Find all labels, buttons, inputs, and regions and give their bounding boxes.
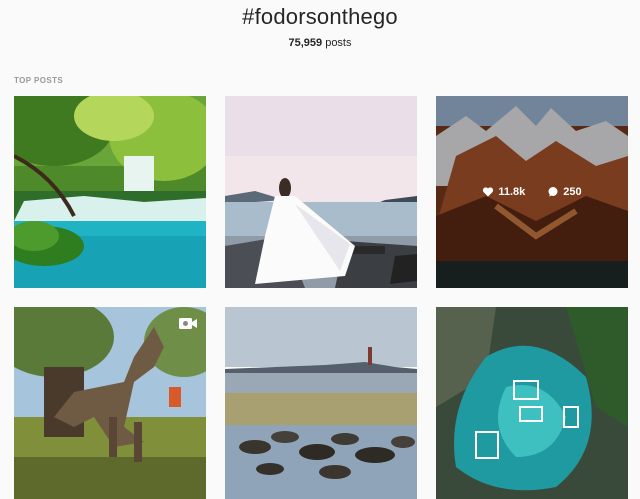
post-thumbnail-lighthouse-seals[interactable] xyxy=(225,307,417,499)
heart-icon xyxy=(483,187,494,197)
post-thumbnail-horse-sculpture[interactable] xyxy=(14,307,206,499)
post-count-suffix: posts xyxy=(322,37,352,49)
likes-count: 11.8k xyxy=(498,186,526,198)
post-thumbnail-lagoon-boats[interactable] xyxy=(436,307,628,499)
comments-count: 250 xyxy=(563,186,582,198)
post-stats-overlay: 11.8k 250 xyxy=(436,96,628,288)
video-camera-icon xyxy=(178,315,198,331)
likes-stat: 11.8k xyxy=(482,186,525,198)
waterfall-image xyxy=(14,96,206,288)
post-thumbnail-waterfall[interactable] xyxy=(14,96,206,288)
woman-dress-image xyxy=(225,96,417,288)
hashtag-title: #fodorsonthego xyxy=(242,4,398,29)
post-thumbnail-woman-dress[interactable] xyxy=(225,96,417,288)
comments-stat: 250 xyxy=(547,186,582,198)
post-thumbnail-mountains[interactable]: 11.8k 250 xyxy=(436,96,628,288)
horse-sculpture-image xyxy=(14,307,206,499)
top-posts-label: TOP POSTS xyxy=(14,76,64,85)
post-count-value: 75,959 xyxy=(288,37,323,49)
lighthouse-seals-image xyxy=(225,307,417,499)
post-count: 75,959 posts xyxy=(0,37,640,49)
comment-icon xyxy=(548,187,558,197)
lagoon-boats-image xyxy=(436,307,628,499)
